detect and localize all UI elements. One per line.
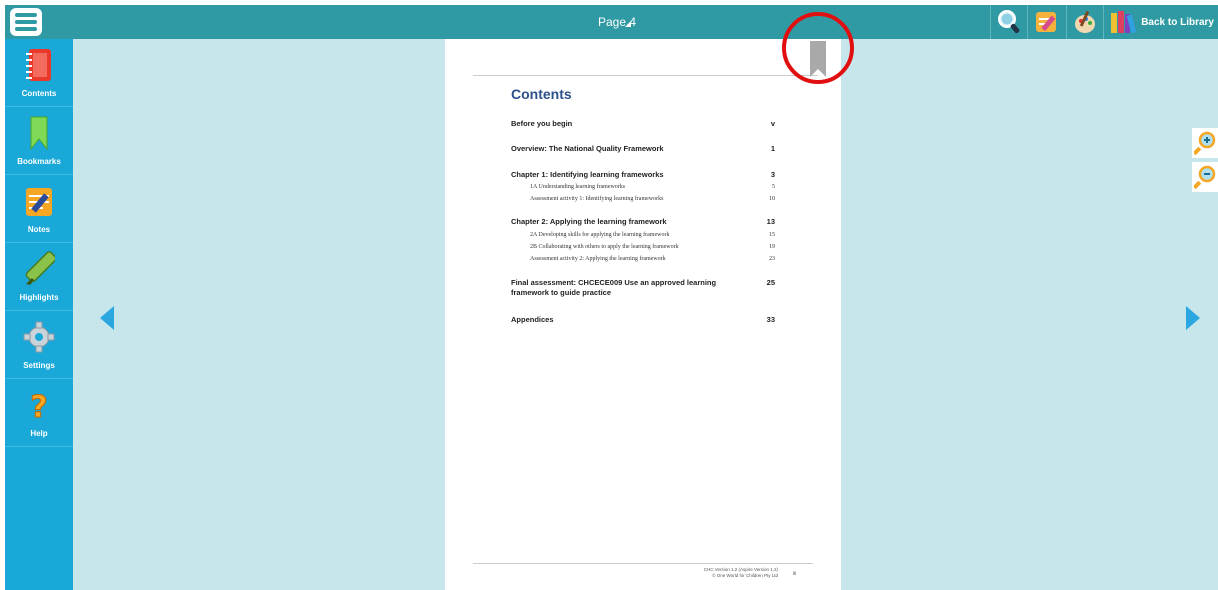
question-icon: ? [30,390,48,424]
toc-entry-page: 23 [769,256,775,262]
zoom-in-icon [1194,131,1216,155]
toc-entry[interactable]: Appendices 33 [511,315,775,324]
search-icon [998,10,1020,34]
notes-button[interactable] [1027,5,1066,39]
zoom-in-button[interactable] [1192,128,1218,158]
zoom-out-button[interactable] [1192,162,1218,192]
footer-page-number: iii [793,571,797,577]
toc-entry-text: Chapter 2: Applying the learning framewo… [511,217,667,226]
toc-entry-page: 13 [766,217,775,226]
page-title: Contents [511,86,572,102]
zoom-out-icon [1194,165,1216,189]
toc-entry-page: 15 [769,232,775,238]
toc-entry-text: Before you begin [511,119,573,128]
previous-page-arrow-icon[interactable] [100,306,114,330]
toc-entry[interactable]: Chapter 2: Applying the learning framewo… [511,217,775,226]
sidebar-item-bookmarks[interactable]: Bookmarks [5,107,73,175]
notes-pencil-icon [26,188,52,216]
annotation-red-circle [782,12,854,84]
page-dropdown-caret-icon[interactable] [625,21,631,27]
toolbar-actions: Back to Library [990,5,1218,39]
toc-entry-page: 25 [766,278,775,287]
next-page-arrow-icon[interactable] [1186,306,1200,330]
sidebar: Contents Bookmarks Notes Highlights Sett… [5,39,73,590]
toc-entry[interactable]: Chapter 1: Identifying learning framewor… [511,170,775,179]
sidebar-label-help: Help [30,429,48,438]
notebook-icon [26,49,51,81]
toc-subentry[interactable]: Assessment activity 1: Identifying learn… [530,196,775,202]
sidebar-item-highlights[interactable]: Highlights [5,243,73,311]
sidebar-item-contents[interactable]: Contents [5,39,73,107]
sidebar-label-highlights: Highlights [19,293,59,302]
toc-entry-text: Chapter 1: Identifying learning framewor… [511,170,664,179]
toc-subentry[interactable]: 2A Developing skills for applying the le… [530,232,775,238]
gear-icon [23,321,55,353]
toc-entry-page: 19 [769,244,775,250]
sidebar-item-notes[interactable]: Notes [5,175,73,243]
toc-entry-text: Assessment activity 1: Identifying learn… [530,196,664,202]
toc-entry-page: 1 [770,144,775,153]
page-footer-text: CHC Version 1.2 (Aspire Version 1.2) © O… [620,567,778,579]
back-to-library-label: Back to Library [1141,16,1214,28]
toc-entry-page: v [770,119,775,128]
toc-entry-text: 2B Collaborating with others to apply th… [530,244,679,250]
page-top-rule [473,75,818,76]
palette-button[interactable] [1066,5,1103,39]
sidebar-item-settings[interactable]: Settings [5,311,73,379]
toc-subentry[interactable]: Assessment activity 2: Applying the lear… [530,256,775,262]
svg-text:?: ? [30,390,47,423]
back-to-library-button[interactable]: Back to Library [1103,5,1218,39]
toc-entry[interactable]: Overview: The National Quality Framework… [511,144,775,153]
highlighter-icon [25,251,55,285]
toc-entry[interactable]: Final assessment: CHCECE009 Use an appro… [511,278,775,298]
toc-entry-text: 1A Understanding learning frameworks [530,184,626,190]
edit-notes-icon [1036,12,1057,32]
toc-entry-text: Final assessment: CHCECE009 Use an appro… [511,278,717,297]
sidebar-label-notes: Notes [27,225,51,234]
page-footer-rule [473,563,813,564]
sidebar-item-help[interactable]: ? Help [5,379,73,447]
library-books-icon [1111,11,1137,34]
footer-copyright: © One World for Children Pty Ltd [712,573,778,578]
sidebar-label-contents: Contents [21,89,57,98]
toc-entry-page: 3 [770,170,775,179]
toc-entry-text: 2A Developing skills for applying the le… [530,232,670,238]
toc-subentry[interactable]: 1A Understanding learning frameworks 5 [530,184,775,190]
toc-entry-text: Assessment activity 2: Applying the lear… [530,256,666,262]
toc-entry-page: 33 [766,315,775,324]
toc-entry-text: Appendices [511,315,554,324]
search-button[interactable] [990,5,1027,39]
toc-entry-text: Overview: The National Quality Framework [511,144,664,153]
toc-entry-page: 5 [772,184,775,190]
bookmark-icon [30,116,48,151]
toc-entry[interactable]: Before you begin v [511,119,775,128]
sidebar-label-settings: Settings [23,361,55,370]
palette-icon [1075,10,1096,33]
menu-icon[interactable] [10,8,42,36]
toc-subentry[interactable]: 2B Collaborating with others to apply th… [530,244,775,250]
sidebar-label-bookmarks: Bookmarks [17,157,61,166]
toc-entry-page: 10 [769,196,775,202]
